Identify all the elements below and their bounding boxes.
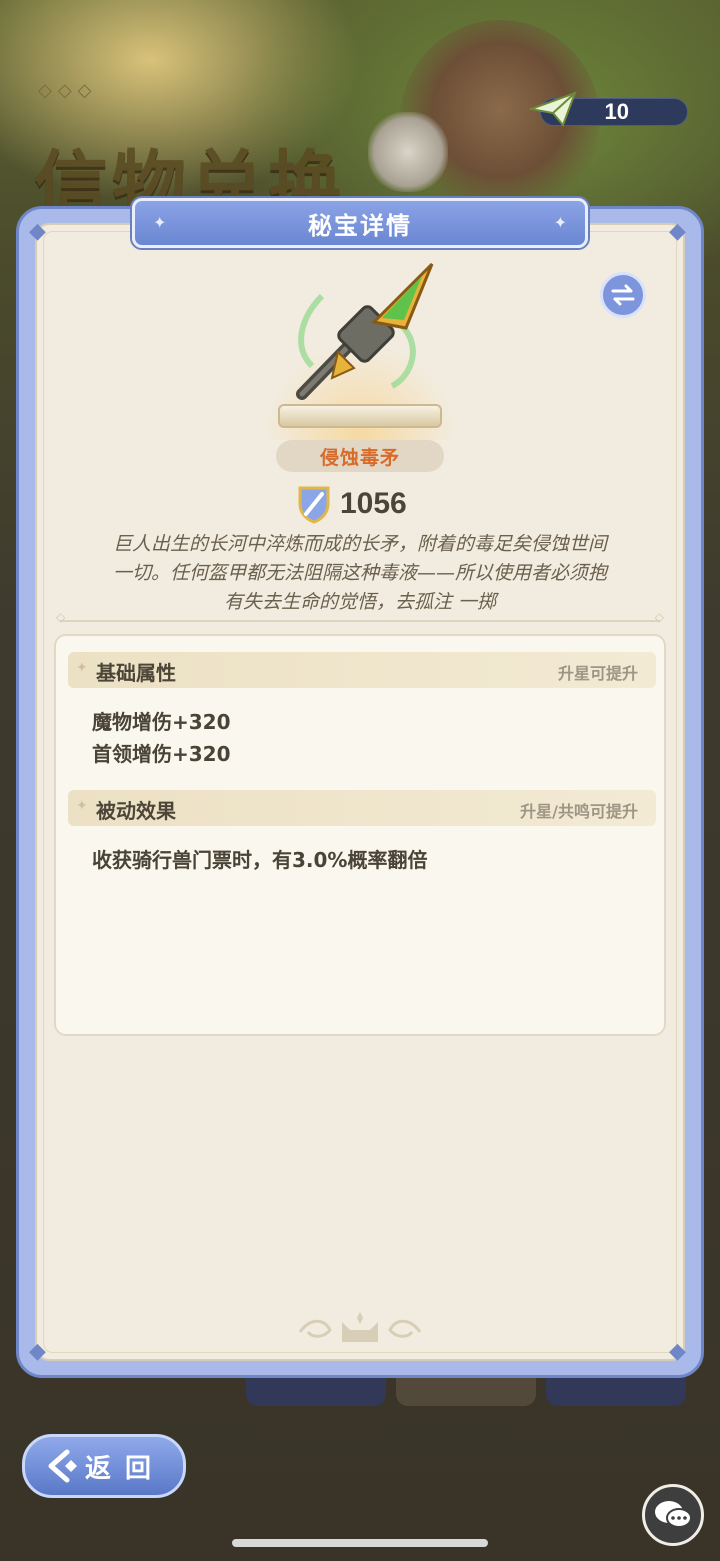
back-button-label: 返回 bbox=[85, 1453, 166, 1484]
sparkle-icon: ✦ bbox=[153, 213, 167, 232]
sparkle-icon: ✦ bbox=[553, 213, 567, 232]
stat-monster-damage: 魔物增伤+320 bbox=[92, 710, 231, 734]
modal-title-banner: ✦ 秘宝详情 ✦ bbox=[132, 198, 588, 248]
currency-value: 10 bbox=[604, 99, 629, 124]
corner-ornament-icon: ◆ bbox=[29, 219, 46, 244]
passive-effect-header: ✦ 被动效果 升星/共鸣可提升 bbox=[68, 790, 656, 826]
pet-illustration bbox=[368, 112, 448, 192]
attributes-panel: ✦ 基础属性 升星可提升 魔物增伤+320 首领增伤+320 ✦ 被动效果 升星… bbox=[54, 634, 666, 1036]
sparkle-icon: ✦ bbox=[76, 660, 88, 676]
back-arrow-icon bbox=[48, 1449, 77, 1483]
modal-title: 秘宝详情 bbox=[308, 211, 412, 240]
passive-effect-label: 被动效果 bbox=[96, 799, 176, 823]
description-line: 巨人出生的长河中淬炼而成的长矛，附着的毒足矣侵蚀世间 bbox=[112, 533, 607, 555]
description-line: 有失去生命的觉悟，去孤注 一掷 bbox=[223, 591, 497, 613]
shield-sword-icon bbox=[298, 486, 330, 524]
basic-attributes-label: 基础属性 bbox=[96, 661, 176, 685]
corner-ornament-icon: ◆ bbox=[29, 1339, 46, 1364]
decorative-dots: ◇◇◇ bbox=[38, 80, 98, 101]
paper-plane-icon bbox=[529, 91, 577, 127]
home-indicator[interactable] bbox=[232, 1539, 488, 1547]
corner-ornament-icon: ◆ bbox=[669, 219, 686, 244]
cat-ornament-icon bbox=[298, 1312, 422, 1342]
swap-arrows-icon bbox=[611, 284, 635, 306]
currency-counter[interactable]: 10 bbox=[529, 91, 688, 127]
chat-button[interactable] bbox=[642, 1484, 704, 1546]
swap-button[interactable] bbox=[600, 272, 646, 318]
sparkle-icon: ✦ bbox=[76, 798, 88, 814]
back-button[interactable]: 返回 bbox=[22, 1434, 186, 1498]
stat-boss-damage: 首领增伤+320 bbox=[92, 742, 231, 766]
passive-effect-hint: 升星/共鸣可提升 bbox=[520, 802, 638, 821]
basic-attributes-header: ✦ 基础属性 升星可提升 bbox=[68, 652, 656, 688]
passive-effect-text: 收获骑行兽门票时，有3.0%概率翻倍 bbox=[92, 848, 428, 872]
item-name-badge: 侵蚀毒矛 bbox=[276, 440, 444, 472]
item-power: 1056 bbox=[296, 484, 407, 524]
chat-bubbles-icon bbox=[655, 1501, 692, 1528]
item-pedestal bbox=[278, 404, 442, 428]
section-divider bbox=[56, 610, 664, 624]
item-description: 巨人出生的长河中淬炼而成的长矛，附着的毒足矣侵蚀世间 一切。任何盔甲都无法阻隔这… bbox=[80, 530, 640, 617]
description-line: 一切。任何盔甲都无法阻隔这种毒液——所以使用者必须抱 bbox=[112, 562, 607, 584]
power-value: 1056 bbox=[340, 487, 407, 520]
item-name: 侵蚀毒矛 bbox=[319, 446, 400, 469]
corner-ornament-icon: ◆ bbox=[669, 1339, 686, 1364]
basic-attributes-hint: 升星可提升 bbox=[557, 664, 638, 683]
spear-item-icon bbox=[296, 262, 434, 400]
